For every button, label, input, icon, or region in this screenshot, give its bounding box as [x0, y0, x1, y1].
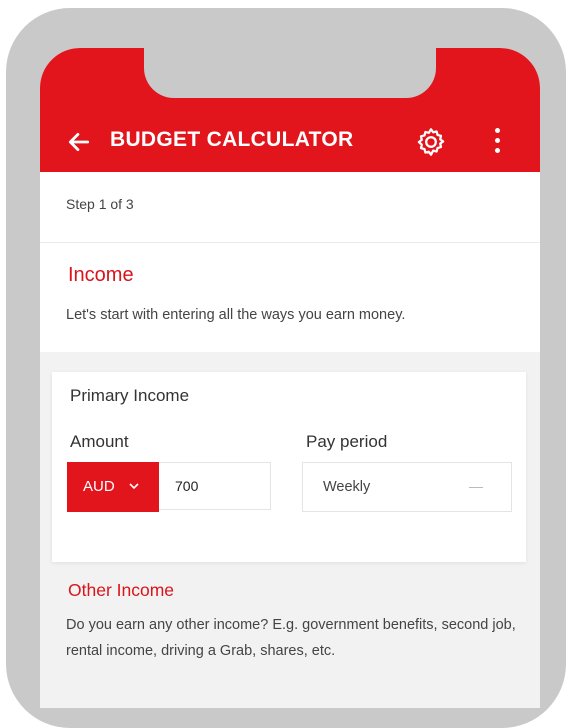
- income-section: Income Let's start with entering all the…: [40, 244, 540, 354]
- step-indicator: Step 1 of 3: [40, 172, 540, 243]
- primary-income-card: Primary Income Amount Pay period AUD Wee…: [52, 372, 526, 562]
- primary-income-title: Primary Income: [70, 386, 190, 405]
- chevron-down-icon: [129, 483, 139, 490]
- app-header: BUDGET CALCULATOR: [40, 48, 540, 172]
- pay-period-label: Pay period: [306, 432, 388, 451]
- back-arrow-icon[interactable]: [66, 129, 92, 155]
- currency-value: AUD: [83, 478, 115, 495]
- currency-dropdown[interactable]: AUD: [67, 462, 159, 512]
- pay-period-value: Weekly: [323, 479, 371, 495]
- dropdown-indicator-icon: [469, 487, 483, 488]
- other-income-section: Other Income Do you earn any other incom…: [40, 568, 540, 708]
- pay-period-dropdown[interactable]: Weekly: [302, 462, 512, 512]
- other-income-description: Do you earn any other income? E.g. gover…: [66, 617, 516, 659]
- more-vertical-icon[interactable]: [492, 128, 502, 156]
- other-income-title: Other Income: [68, 580, 175, 600]
- page-title: BUDGET CALCULATOR: [110, 128, 354, 151]
- step-label: Step 1 of 3: [66, 196, 134, 212]
- amount-label: Amount: [70, 432, 129, 451]
- amount-input[interactable]: [159, 462, 271, 510]
- income-description: Let's start with entering all the ways y…: [66, 307, 406, 323]
- phone-notch: [144, 48, 436, 98]
- toolbar: BUDGET CALCULATOR: [40, 112, 540, 172]
- app-screen: BUDGET CALCULATOR Step 1 of 3 Income Let…: [40, 48, 540, 708]
- income-title: Income: [68, 264, 134, 286]
- gear-icon[interactable]: [415, 126, 447, 158]
